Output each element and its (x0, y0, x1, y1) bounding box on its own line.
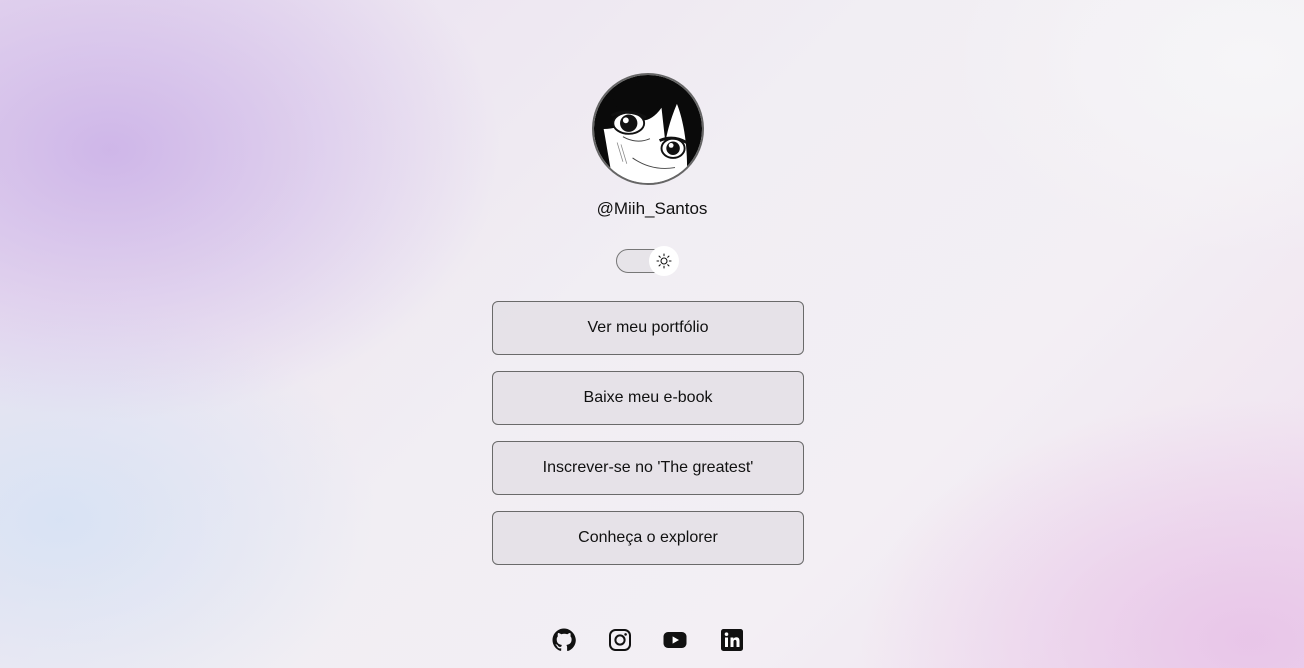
sun-icon (656, 253, 672, 269)
instagram-icon[interactable] (608, 628, 632, 652)
social-links (552, 628, 752, 654)
linkedin-icon[interactable] (720, 628, 744, 652)
theme-toggle[interactable] (616, 246, 679, 276)
toggle-knob[interactable] (649, 246, 679, 276)
link-list: Ver meu portfólio Baixe meu e-book Inscr… (492, 301, 804, 581)
profile-handle: @Miih_Santos (596, 199, 708, 218)
youtube-icon[interactable] (663, 628, 687, 652)
github-icon[interactable] (552, 628, 576, 652)
avatar-portrait-image (594, 75, 702, 183)
newsletter-link-button[interactable]: Inscrever-se no 'The greatest' (492, 441, 804, 495)
ebook-link-button[interactable]: Baixe meu e-book (492, 371, 804, 425)
avatar (592, 73, 704, 185)
explorer-link-button[interactable]: Conheça o explorer (492, 511, 804, 565)
portfolio-link-button[interactable]: Ver meu portfólio (492, 301, 804, 355)
